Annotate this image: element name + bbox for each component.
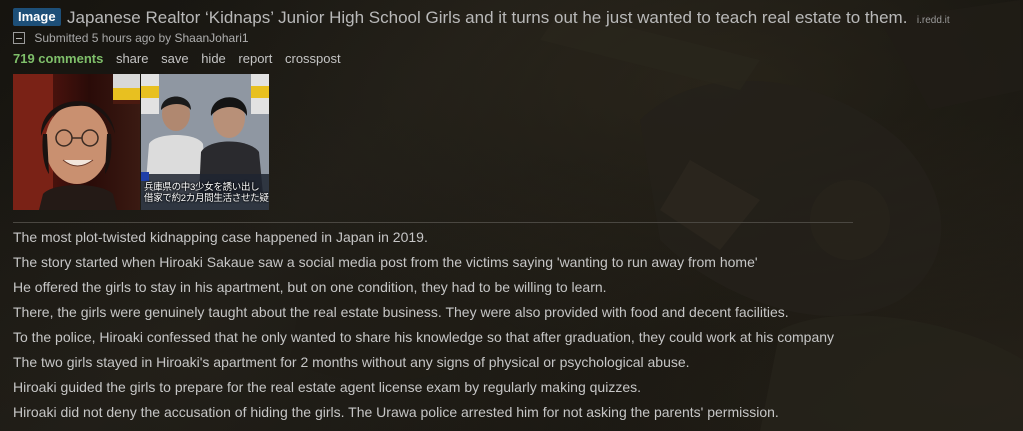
- body-paragraph: Hiroaki guided the girls to prepare for …: [13, 379, 641, 395]
- save-button[interactable]: save: [161, 51, 188, 66]
- post-actions: 719 comments share save hide report cros…: [13, 51, 350, 66]
- body-paragraph: There, the girls were genuinely taught a…: [13, 304, 789, 320]
- collapse-icon[interactable]: [13, 32, 25, 44]
- portrait-illustration: [13, 74, 140, 210]
- body-paragraph: The most plot-twisted kidnapping case ha…: [13, 229, 428, 245]
- hide-button[interactable]: hide: [201, 51, 226, 66]
- caption-line-2: 借家で約2カ月間生活させた疑: [144, 193, 269, 204]
- news-caption: 兵庫県の中3少女を誘い出し 借家で約2カ月間生活させた疑: [144, 182, 269, 204]
- share-button[interactable]: share: [116, 51, 149, 66]
- caption-line-1: 兵庫県の中3少女を誘い出し: [144, 182, 260, 193]
- portrait-photo: [13, 74, 140, 210]
- submitted-prefix: Submitted: [34, 31, 89, 45]
- author-link[interactable]: ShaanJohari1: [174, 31, 248, 45]
- body-paragraph: The story started when Hiroaki Sakaue sa…: [13, 254, 758, 270]
- post-time: 5 hours ago: [91, 31, 156, 45]
- news-screenshot-photo: 兵庫県の中3少女を誘い出し 借家で約2カ月間生活させた疑: [141, 74, 269, 210]
- body-paragraph: Hiroaki did not deny the accusation of h…: [13, 404, 779, 420]
- by-label: by: [158, 31, 172, 45]
- comments-link[interactable]: 719 comments: [13, 51, 103, 66]
- crosspost-button[interactable]: crosspost: [285, 51, 341, 66]
- title-row: Image Japanese Realtor ‘Kidnaps’ Junior …: [13, 8, 1013, 28]
- body-paragraph: The two girls stayed in Hiroaki's apartm…: [13, 354, 690, 370]
- body-paragraph: He offered the girls to stay in his apar…: [13, 279, 607, 295]
- divider: [13, 222, 853, 223]
- link-flair[interactable]: Image: [13, 8, 61, 26]
- report-button[interactable]: report: [238, 51, 272, 66]
- post-domain[interactable]: i.redd.it: [917, 15, 950, 26]
- post-meta: Submitted 5 hours ago by ShaanJohari1: [13, 31, 249, 45]
- post-title[interactable]: Japanese Realtor ‘Kidnaps’ Junior High S…: [67, 8, 907, 27]
- news-name-tag: [141, 172, 149, 181]
- body-paragraph: To the police, Hiroaki confessed that he…: [13, 329, 835, 345]
- post-body: The most plot-twisted kidnapping case ha…: [13, 229, 834, 429]
